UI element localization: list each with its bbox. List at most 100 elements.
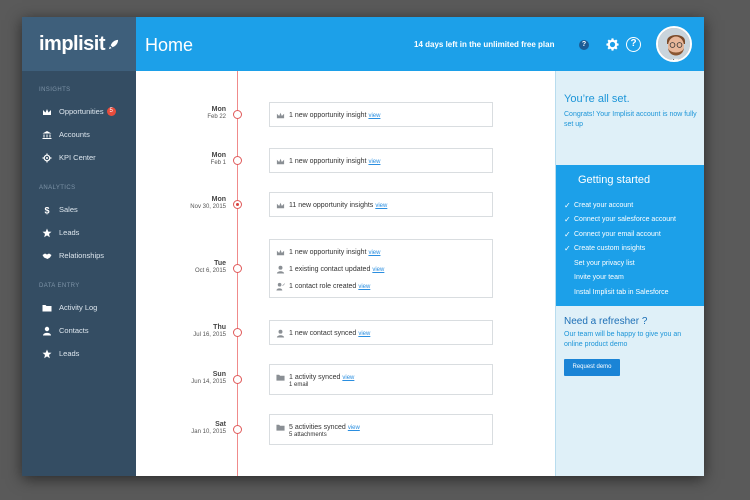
entry-detail: 1 email [289, 382, 309, 388]
timeline-day: Mon [211, 105, 226, 113]
timeline-day: Thu [213, 323, 226, 331]
view-link[interactable]: view [342, 375, 354, 381]
sidebar-item-label: Activity Log [59, 303, 98, 312]
page-title: Home [145, 35, 194, 55]
timeline-dot[interactable] [233, 425, 242, 434]
step-label: Connect your email account [574, 230, 661, 238]
logo[interactable]: implisit [22, 17, 136, 71]
sidebar-item-accounts[interactable]: Accounts [22, 123, 136, 146]
step-invite-your-team[interactable]: Invite your team [564, 271, 676, 286]
timeline-dot[interactable] [233, 375, 242, 384]
view-link[interactable]: view [368, 250, 380, 256]
sidebar-item-kpi-center[interactable]: KPI Center [22, 146, 136, 169]
timeline-date: Mon Nov 30, 2015 [156, 196, 226, 210]
entry-text: 1 existing contact updated [289, 266, 371, 273]
step-create-custom-insights[interactable]: ✓ Create custom insights [564, 242, 676, 257]
sidebar-heading: DATA ENTRY [39, 283, 80, 289]
timeline-card: 1 new opportunity insight view [269, 102, 493, 127]
sidebar-item-activity-log[interactable]: Activity Log [22, 296, 136, 319]
dollar-icon: $ [42, 205, 52, 215]
view-link[interactable]: view [375, 203, 387, 209]
gear-icon[interactable] [605, 37, 620, 52]
crown-icon [276, 157, 285, 166]
person-icon [276, 329, 285, 338]
checkmark-icon: ✓ [564, 200, 571, 210]
timeline-dot[interactable] [233, 156, 242, 165]
timeline-date-text: Jun 14, 2015 [191, 378, 226, 385]
trial-status: 14 days left in the unlimited free plan [414, 40, 555, 49]
timeline-day: Tue [214, 259, 226, 267]
timeline-entry: 1 new contact synced view [276, 325, 486, 342]
checkmark-icon: ✓ [564, 215, 571, 225]
timeline-entry: 1 new opportunity insight view [276, 244, 486, 261]
setup-text: Congrats! Your Implisit account is now f… [564, 111, 697, 128]
step-connect-your-salesforce-account[interactable]: ✓ Connect your salesforce account [564, 213, 676, 228]
svg-text:$: $ [44, 205, 49, 215]
trial-help-icon[interactable]: ? [579, 40, 589, 50]
crown-icon [276, 201, 285, 210]
sidebar-item-contacts[interactable]: Contacts [22, 319, 136, 342]
star-icon [42, 349, 52, 359]
view-link[interactable]: view [372, 267, 384, 273]
timeline-dot[interactable] [233, 110, 242, 119]
sidebar-item-leads[interactable]: Leads [22, 342, 136, 365]
timeline-date-text: Jan 10, 2015 [191, 428, 226, 435]
timeline-entry: 1 contact role created view [276, 278, 486, 295]
request-demo-button[interactable]: Request demo [564, 359, 620, 376]
timeline-entry: 1 new opportunity insight view [276, 107, 486, 124]
sidebar-item-opportunities[interactable]: Opportunities 5 [22, 100, 136, 123]
timeline-row: Mon Feb 1 1 new opportunity insight view [136, 148, 555, 173]
timeline-date: Sun Jun 14, 2015 [156, 371, 226, 385]
entry-text: 1 new opportunity insight [289, 249, 367, 256]
step-connect-your-email-account[interactable]: ✓ Connect your email account [564, 227, 676, 242]
view-link[interactable]: view [348, 425, 360, 431]
getting-started-title: Getting started [578, 174, 651, 186]
sidebar-item-sales[interactable]: $ Sales [22, 198, 136, 221]
avatar[interactable] [656, 26, 692, 62]
sidebar-item-relationships[interactable]: Relationships [22, 244, 136, 267]
timeline-date-text: Oct 6, 2015 [194, 267, 226, 274]
step-label: Create custom insights [574, 245, 646, 253]
timeline-date-text: Feb 1 [210, 159, 226, 166]
handshake-icon [42, 251, 52, 261]
timeline-row: Thu Jul 16, 2015 1 new contact synced view [136, 320, 555, 345]
entry-text: 1 new contact synced [289, 330, 357, 337]
timeline-dot[interactable] [233, 264, 242, 273]
view-link[interactable]: view [358, 284, 370, 290]
step-instal-implisit-tab-in-salesforce[interactable]: Instal Implisit tab in Salesforce [564, 285, 676, 300]
crosshair-icon [42, 153, 52, 163]
sidebar-section: INSIGHTS Opportunities 5 Accounts KPI Center [22, 87, 136, 169]
timeline-date: Thu Jul 16, 2015 [156, 324, 226, 338]
entry-text: 5 activities synced [289, 424, 346, 431]
help-icon[interactable]: ? [626, 37, 641, 52]
getting-started-box: Getting started ✓ Creat your account ✓ Conn… [556, 165, 704, 306]
timeline-dot[interactable] [233, 200, 242, 209]
entry-text: 1 new opportunity insight [289, 112, 367, 119]
logo-text: implisit [39, 32, 106, 55]
view-link[interactable]: view [368, 113, 380, 119]
timeline-row: Mon Nov 30, 2015 11 new opportunity insigh… [136, 192, 555, 217]
person-icon [42, 326, 52, 336]
timeline-dot[interactable] [233, 328, 242, 337]
step-set-your-privacy-list[interactable]: Set your privacy list [564, 256, 676, 271]
app-window: implisit INSIGHTS Opportunities 5 Accounts K… [22, 17, 704, 476]
sidebar: implisit INSIGHTS Opportunities 5 Accounts K… [22, 17, 136, 476]
step-creat-your-account[interactable]: ✓ Creat your account [564, 198, 676, 213]
sidebar-section: ANALYTICS $ Sales Leads Relationships [22, 185, 136, 267]
timeline-row: Sat Jan 10, 2015 5 activities synced view 5 … [136, 414, 555, 445]
sidebar-item-label: Leads [59, 228, 80, 237]
sidebar-item-leads[interactable]: Leads [22, 221, 136, 244]
timeline-day: Mon [211, 195, 226, 203]
onboarding-panel: You’re all set. Congrats! Your Implisit … [555, 71, 704, 476]
timeline-date-text: Feb 22 [207, 113, 226, 120]
view-link[interactable]: view [358, 331, 370, 337]
timeline-day: Sun [212, 370, 226, 378]
sidebar-item-label: Accounts [59, 130, 90, 139]
view-link[interactable]: view [368, 159, 380, 165]
timeline-date-text: Nov 30, 2015 [190, 203, 226, 210]
setup-title: You’re all set. [564, 93, 630, 105]
entry-detail: 5 attachments [289, 432, 327, 438]
timeline-day: Sat [215, 420, 226, 428]
sidebar-item-label: KPI Center [59, 153, 96, 162]
timeline-card: 1 activity synced view 1 email [269, 364, 493, 395]
